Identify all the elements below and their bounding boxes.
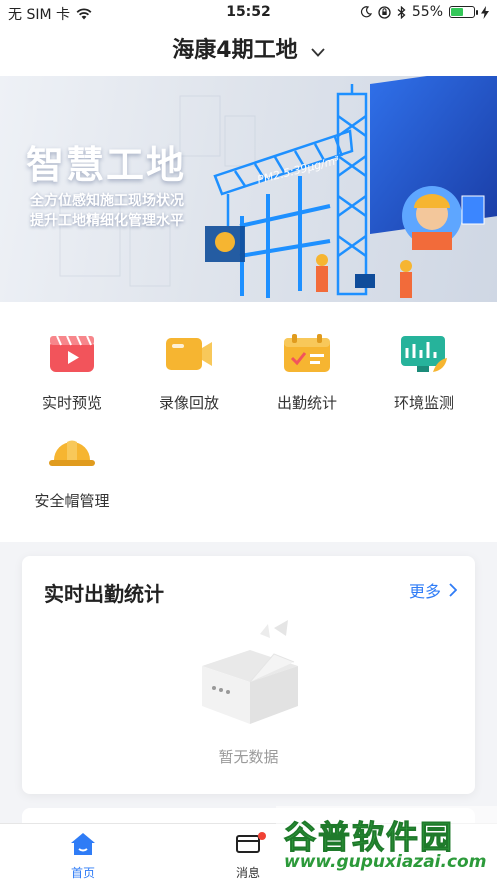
monitor-chart-icon bbox=[401, 336, 447, 372]
banner-subtitle-1: 全方位感知施工现场状况 bbox=[30, 193, 184, 209]
feature-label: 安全帽管理 bbox=[34, 492, 110, 510]
tab-home[interactable]: 首页 bbox=[43, 832, 123, 881]
chevron-down-icon bbox=[311, 48, 325, 57]
video-player-icon bbox=[50, 335, 94, 372]
empty-box-illustration bbox=[202, 620, 298, 724]
watermark: 谷普软件园 www.gupuxiazai.com bbox=[276, 806, 497, 883]
more-link[interactable]: 更多 bbox=[409, 578, 457, 602]
construction-illustration bbox=[59, 76, 497, 298]
safety-helmet-icon bbox=[49, 440, 95, 466]
attendance-card: 实时出勤统计 更多 暂无数据 bbox=[22, 556, 475, 794]
bluetooth-icon bbox=[397, 5, 406, 19]
feature-live-preview[interactable]: 实时预览 bbox=[17, 332, 127, 413]
empty-state-text: 暂无数据 bbox=[218, 748, 279, 766]
feature-helmet[interactable]: 安全帽管理 bbox=[17, 430, 127, 511]
attendance-card-icon bbox=[284, 334, 330, 372]
battery-icon bbox=[449, 6, 478, 18]
banner[interactable]: 智慧工地 全方位感知施工现场状况 提升工地精细化管理水平 PM2.5:39μg/… bbox=[0, 76, 497, 302]
feature-attendance[interactable]: 出勤统计 bbox=[252, 332, 362, 413]
feature-label: 实时预览 bbox=[41, 394, 102, 412]
rotation-lock-icon bbox=[378, 5, 391, 19]
moon-icon bbox=[360, 6, 372, 18]
feature-playback[interactable]: 录像回放 bbox=[134, 332, 244, 413]
camera-recorder-icon bbox=[166, 338, 212, 370]
tab-label: 首页 bbox=[70, 866, 95, 880]
feature-label: 出勤统计 bbox=[276, 394, 337, 412]
status-bar: 无 SIM 卡 15:52 55% bbox=[0, 0, 497, 26]
home-icon bbox=[71, 833, 95, 855]
banner-subtitle-2: 提升工地精细化管理水平 bbox=[30, 213, 184, 229]
feature-label: 录像回放 bbox=[158, 394, 219, 412]
card-title: 实时出勤统计 bbox=[44, 582, 164, 606]
feature-label: 环境监测 bbox=[393, 394, 454, 412]
site-selector[interactable]: 海康4期工地 bbox=[0, 26, 497, 76]
charging-bolt-icon bbox=[481, 5, 489, 19]
banner-title: 智慧工地 bbox=[26, 143, 187, 187]
feature-environment[interactable]: 环境监测 bbox=[369, 332, 479, 413]
watermark-url: www.gupuxiazai.com bbox=[284, 852, 487, 872]
feature-grid: 实时预览 录像回放 出勤统计 环境监测 安全帽管理 bbox=[0, 302, 497, 542]
chevron-right-icon bbox=[449, 583, 457, 597]
more-label: 更多 bbox=[408, 582, 441, 601]
battery-percent: 55% bbox=[411, 4, 443, 20]
notification-badge bbox=[258, 832, 266, 840]
site-title: 海康4期工地 bbox=[172, 38, 298, 63]
